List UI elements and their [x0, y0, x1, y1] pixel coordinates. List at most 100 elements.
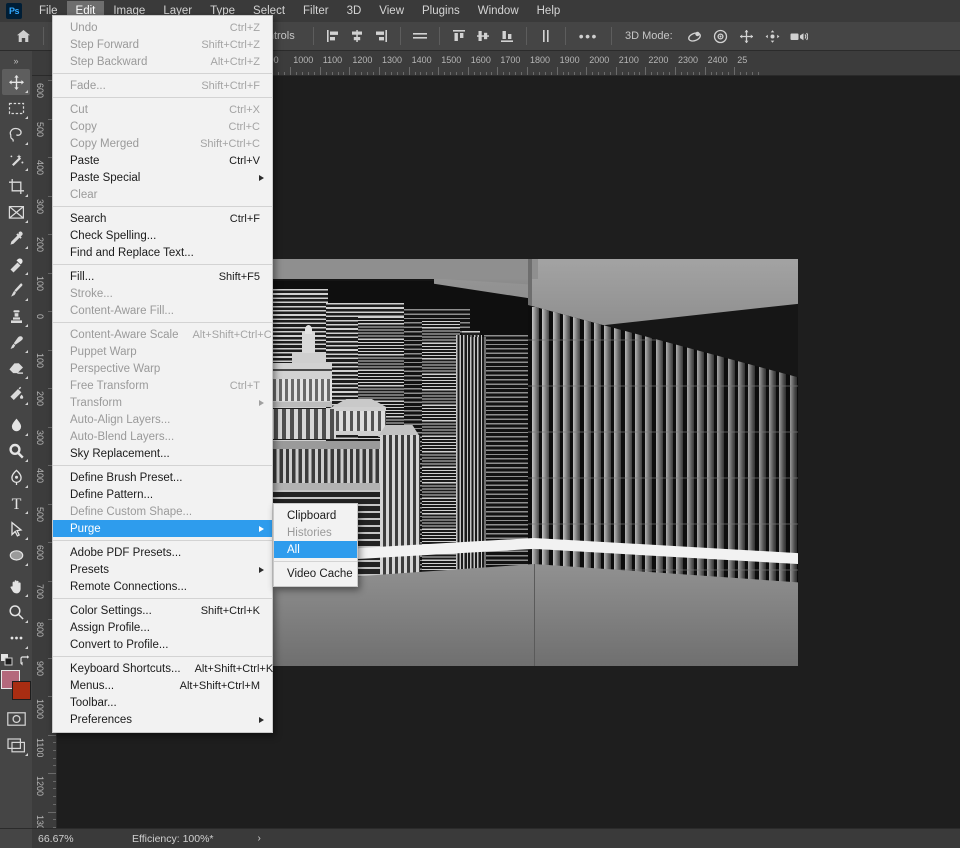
color-swatches[interactable]: [1, 670, 31, 700]
history-brush-tool[interactable]: [2, 329, 30, 355]
pan-3d-icon[interactable]: [735, 25, 759, 47]
menu-separator: [53, 73, 272, 74]
menu-item-remote-connections[interactable]: Remote Connections...: [53, 578, 272, 595]
menu-item-label: Perspective Warp: [70, 362, 161, 375]
pen-tool[interactable]: [2, 464, 30, 490]
rectangular-marquee-tool[interactable]: [2, 95, 30, 121]
menu-item-keyboard-shortcuts[interactable]: Keyboard Shortcuts... Alt+Shift+Ctrl+K: [53, 660, 273, 677]
purge-item-clipboard[interactable]: Clipboard: [274, 507, 357, 524]
align-top-edges-icon[interactable]: [448, 26, 470, 46]
path-selection-tool[interactable]: [2, 516, 30, 542]
menu-item-fade[interactable]: Fade... Shift+Ctrl+F: [53, 77, 272, 94]
menu-item-fill[interactable]: Fill... Shift+F5: [53, 268, 272, 285]
menu-item-purge[interactable]: Purge: [53, 520, 272, 537]
horizontal-type-tool[interactable]: T: [2, 490, 30, 516]
align-horizontal-centers-icon[interactable]: [346, 26, 368, 46]
slide-3d-icon[interactable]: [761, 25, 785, 47]
purge-item-histories[interactable]: Histories: [274, 524, 357, 541]
menu-item-color-settings[interactable]: Color Settings... Shift+Ctrl+K: [53, 602, 272, 619]
default-colors-icon[interactable]: [1, 654, 13, 666]
expand-toolbar-icon[interactable]: »: [0, 53, 32, 69]
menu-item-toolbar[interactable]: Toolbar...: [53, 694, 272, 711]
home-icon[interactable]: [10, 25, 36, 47]
distribute-vertically-icon[interactable]: [535, 26, 557, 46]
ellipse-tool[interactable]: [2, 542, 30, 568]
menubar-item-window[interactable]: Window: [469, 1, 528, 21]
menu-item-paste[interactable]: Paste Ctrl+V: [53, 152, 272, 169]
frame-tool[interactable]: [2, 199, 30, 225]
menu-item-cut[interactable]: Cut Ctrl+X: [53, 101, 272, 118]
menu-item-free-transform[interactable]: Free Transform Ctrl+T: [53, 377, 272, 394]
clone-stamp-tool[interactable]: [2, 303, 30, 329]
brush-tool[interactable]: [2, 277, 30, 303]
menu-item-menus[interactable]: Menus... Alt+Shift+Ctrl+M: [53, 677, 272, 694]
document-canvas[interactable]: [270, 259, 798, 666]
menubar-item-view[interactable]: View: [370, 1, 413, 21]
hand-tool[interactable]: [2, 573, 30, 599]
object-selection-tool[interactable]: [2, 147, 30, 173]
menu-item-auto-blend-layers[interactable]: Auto-Blend Layers...: [53, 428, 272, 445]
menu-item-paste-special[interactable]: Paste Special: [53, 169, 272, 186]
menu-item-perspective-warp[interactable]: Perspective Warp: [53, 360, 272, 377]
edit-toolbar-tool[interactable]: [2, 625, 30, 651]
distribute-horizontally-icon[interactable]: [409, 26, 431, 46]
menubar-item-filter[interactable]: Filter: [294, 1, 338, 21]
purge-item-all[interactable]: All: [274, 541, 357, 558]
gradient-tool[interactable]: [2, 381, 30, 407]
more-options-button[interactable]: •••: [573, 29, 604, 43]
menu-item-sky-replacement[interactable]: Sky Replacement...: [53, 445, 272, 462]
menubar-item-plugins[interactable]: Plugins: [413, 1, 469, 21]
blur-tool[interactable]: [2, 412, 30, 438]
screen-mode-icon[interactable]: [2, 732, 30, 758]
align-bottom-edges-icon[interactable]: [496, 26, 518, 46]
swap-colors-icon[interactable]: [19, 654, 31, 666]
menu-item-find-and-replace-text[interactable]: Find and Replace Text...: [53, 244, 272, 261]
spot-healing-brush-tool[interactable]: [2, 251, 30, 277]
menu-item-auto-align-layers[interactable]: Auto-Align Layers...: [53, 411, 272, 428]
menubar-item-3d[interactable]: 3D: [338, 1, 371, 21]
crop-tool[interactable]: [2, 173, 30, 199]
menu-item-copy-merged[interactable]: Copy Merged Shift+Ctrl+C: [53, 135, 272, 152]
purge-submenu[interactable]: Clipboard Histories All Video Cache: [273, 503, 358, 587]
menu-item-check-spelling[interactable]: Check Spelling...: [53, 227, 272, 244]
menu-item-preferences[interactable]: Preferences: [53, 711, 272, 728]
zoom-3d-camera-icon[interactable]: [787, 25, 811, 47]
menu-item-transform[interactable]: Transform: [53, 394, 272, 411]
align-left-edges-icon[interactable]: [322, 26, 344, 46]
menu-item-presets[interactable]: Presets: [53, 561, 272, 578]
menu-item-define-pattern[interactable]: Define Pattern...: [53, 486, 272, 503]
align-vertical-centers-icon[interactable]: [472, 26, 494, 46]
menu-item-content-aware-fill[interactable]: Content-Aware Fill...: [53, 302, 272, 319]
orbit-3d-icon[interactable]: [683, 25, 707, 47]
status-expand-arrow[interactable]: ›: [258, 833, 261, 844]
menu-item-search[interactable]: Search Ctrl+F: [53, 210, 272, 227]
menu-item-copy[interactable]: Copy Ctrl+C: [53, 118, 272, 135]
menu-item-step-backward[interactable]: Step Backward Alt+Ctrl+Z: [53, 53, 272, 70]
menubar-item-help[interactable]: Help: [528, 1, 570, 21]
divider: [399, 27, 401, 45]
menu-item-clear[interactable]: Clear: [53, 186, 272, 203]
background-color-swatch[interactable]: [12, 681, 31, 700]
purge-item-video-cache[interactable]: Video Cache: [274, 565, 357, 582]
quick-mask-icon[interactable]: [2, 706, 30, 732]
eraser-tool[interactable]: [2, 355, 30, 381]
roll-3d-icon[interactable]: [709, 25, 733, 47]
zoom-tool[interactable]: [2, 599, 30, 625]
menu-item-define-brush-preset[interactable]: Define Brush Preset...: [53, 469, 272, 486]
zoom-level-field[interactable]: 66.67%: [32, 833, 90, 845]
menu-item-stroke[interactable]: Stroke...: [53, 285, 272, 302]
menu-item-adobe-pdf-presets[interactable]: Adobe PDF Presets...: [53, 544, 272, 561]
menu-item-content-aware-scale[interactable]: Content-Aware Scale Alt+Shift+Ctrl+C: [53, 326, 272, 343]
menu-item-undo[interactable]: Undo Ctrl+Z: [53, 19, 272, 36]
lasso-tool[interactable]: [2, 121, 30, 147]
menu-item-convert-to-profile[interactable]: Convert to Profile...: [53, 636, 272, 653]
dodge-tool[interactable]: [2, 438, 30, 464]
eyedropper-tool[interactable]: [2, 225, 30, 251]
move-tool[interactable]: [2, 69, 30, 95]
menu-item-step-forward[interactable]: Step Forward Shift+Ctrl+Z: [53, 36, 272, 53]
menu-item-puppet-warp[interactable]: Puppet Warp: [53, 343, 272, 360]
edit-menu-dropdown[interactable]: Undo Ctrl+Z Step Forward Shift+Ctrl+Z Step B…: [52, 15, 273, 733]
menu-item-define-custom-shape[interactable]: Define Custom Shape...: [53, 503, 272, 520]
align-right-edges-icon[interactable]: [370, 26, 392, 46]
menu-item-assign-profile[interactable]: Assign Profile...: [53, 619, 272, 636]
